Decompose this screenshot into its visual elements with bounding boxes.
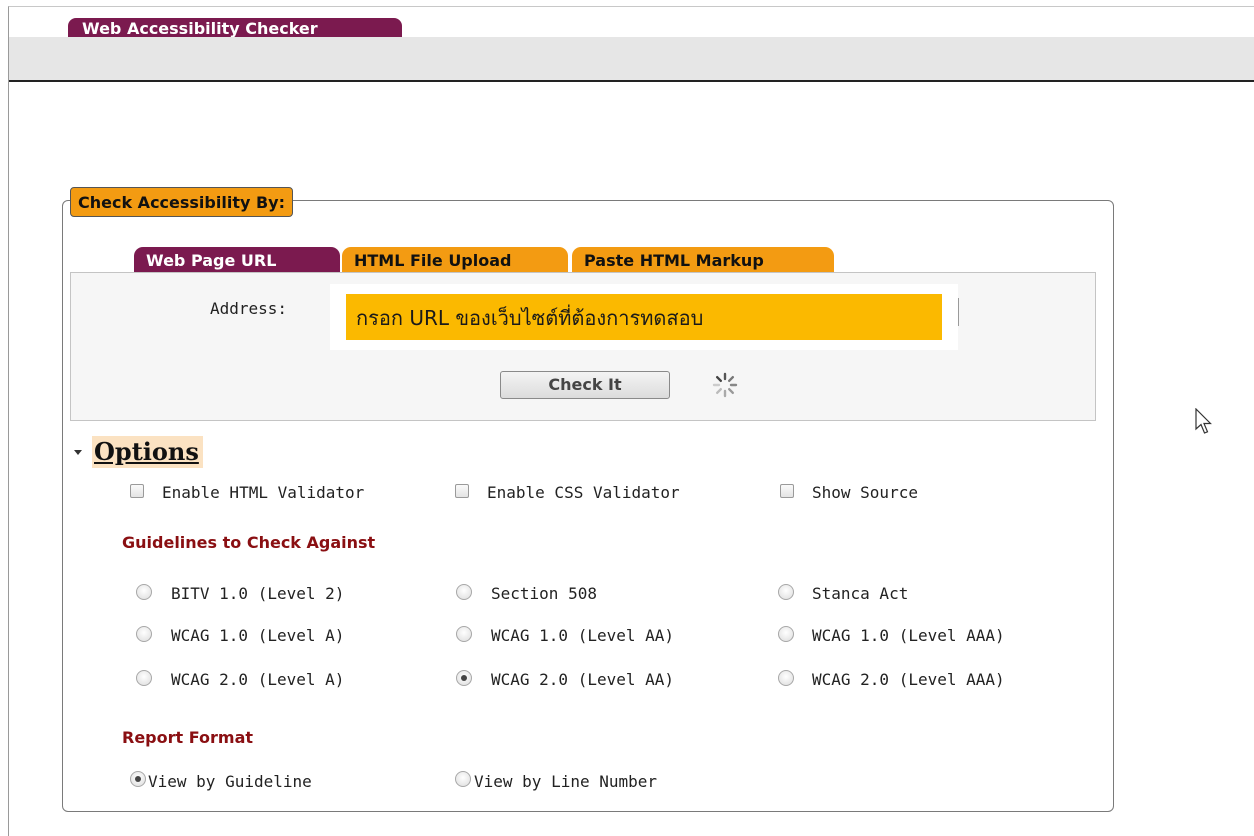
guideline-label-wcag1-aaa: WCAG 1.0 (Level AAA) (812, 626, 1005, 645)
guideline-radio-wcag1-a[interactable] (136, 626, 152, 642)
enable-html-validator-label: Enable HTML Validator (162, 483, 365, 502)
options-toggle[interactable]: Options (92, 436, 203, 468)
show-source-label: Show Source (812, 483, 918, 502)
guideline-radio-bitv[interactable] (136, 584, 152, 600)
check-it-button[interactable]: Check It (500, 371, 670, 399)
collapse-arrow-icon[interactable] (74, 450, 82, 455)
guideline-label-wcag1-a: WCAG 1.0 (Level A) (171, 626, 345, 645)
input-edge (958, 298, 959, 326)
loading-spinner-icon (712, 372, 738, 398)
guideline-label-wcag1-aa: WCAG 1.0 (Level AA) (491, 626, 675, 645)
guideline-radio-wcag2-aaa[interactable] (778, 670, 794, 686)
report-label-by-guideline: View by Guideline (148, 772, 312, 791)
guideline-label-wcag2-aa: WCAG 2.0 (Level AA) (491, 670, 675, 689)
enable-html-validator-checkbox[interactable] (130, 484, 144, 498)
guideline-label-wcag2-aaa: WCAG 2.0 (Level AAA) (812, 670, 1005, 689)
report-label-by-line-number: View by Line Number (474, 772, 658, 791)
mouse-pointer-icon (1195, 408, 1212, 434)
tab-web-page-url[interactable]: Web Page URL (134, 247, 340, 273)
guideline-radio-stanca[interactable] (778, 584, 794, 600)
enable-css-validator-checkbox[interactable] (455, 484, 469, 498)
guideline-radio-section-508[interactable] (456, 584, 472, 600)
address-label: Address: (210, 299, 288, 318)
guideline-radio-wcag1-aa[interactable] (456, 626, 472, 642)
enable-css-validator-label: Enable CSS Validator (487, 483, 680, 502)
guidelines-heading: Guidelines to Check Against (122, 533, 376, 552)
app-title-tab: Web Accessibility Checker (68, 18, 402, 38)
show-source-checkbox[interactable] (780, 484, 794, 498)
report-radio-by-guideline[interactable] (130, 771, 146, 787)
guideline-radio-wcag1-aaa[interactable] (778, 626, 794, 642)
guideline-radio-wcag2-aa[interactable] (456, 670, 472, 686)
tab-paste-html-markup[interactable]: Paste HTML Markup (572, 247, 834, 273)
guideline-label-section-508: Section 508 (491, 584, 597, 603)
report-format-heading: Report Format (122, 728, 254, 747)
address-input[interactable]: กรอก URL ของเว็บไซต์ที่ต้องการทดสอบ (346, 294, 942, 340)
tab-html-file-upload[interactable]: HTML File Upload (342, 247, 568, 273)
guideline-label-wcag2-a: WCAG 2.0 (Level A) (171, 670, 345, 689)
report-radio-by-line-number[interactable] (455, 771, 471, 787)
check-by-legend: Check Accessibility By: (70, 187, 293, 217)
guideline-label-stanca: Stanca Act (812, 584, 909, 603)
guideline-label-bitv: BITV 1.0 (Level 2) (171, 584, 345, 603)
guideline-radio-wcag2-a[interactable] (136, 670, 152, 686)
header-band (9, 37, 1254, 82)
